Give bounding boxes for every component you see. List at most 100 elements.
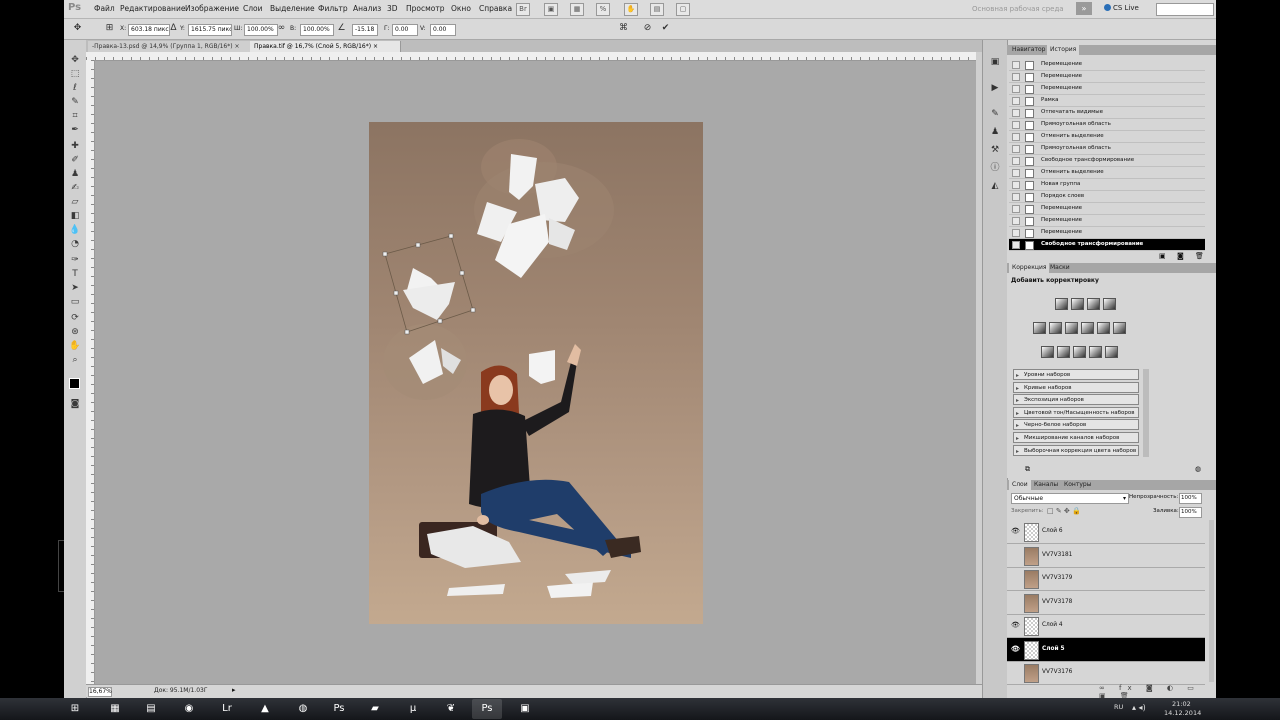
posterize-icon[interactable] <box>1057 346 1070 358</box>
tab-navigator[interactable]: Навигатор <box>1009 45 1048 55</box>
tab-pravka-tif[interactable]: Правка.tif @ 16,7% (Слой 5, RGB/16*) × <box>250 41 401 52</box>
h-skew-field[interactable]: 0.00 <box>392 24 418 36</box>
adjustment-preset[interactable]: Уровни наборов <box>1013 369 1139 380</box>
fill-field[interactable]: 100% <box>1179 507 1202 518</box>
layer-footer-icons[interactable]: ∞ fx ◙ ◐ ▭ ▣ 🗑 <box>1099 684 1216 698</box>
history-state[interactable]: Отменить выделение <box>1009 131 1205 143</box>
navigator-panel-icon[interactable]: ▣ <box>988 56 1002 68</box>
visibility-eye-icon[interactable]: 👁 <box>1011 527 1020 535</box>
layer-row[interactable]: VV7V3181 <box>1007 544 1205 568</box>
tab-adjustments[interactable]: Коррекция <box>1009 263 1050 273</box>
snapshot-source-checkbox[interactable] <box>1012 73 1020 81</box>
brush-tool-icon[interactable]: ✐ <box>68 154 82 166</box>
delta-icon[interactable]: Δ <box>168 23 179 34</box>
gradient-map-icon[interactable] <box>1089 346 1102 358</box>
document-image[interactable] <box>369 122 703 624</box>
status-menu-icon[interactable]: ▸ <box>232 686 236 694</box>
explorer-icon[interactable]: ▤ <box>136 699 166 719</box>
preset-scrollbar[interactable] <box>1143 369 1149 457</box>
eraser-tool-icon[interactable]: ▱ <box>68 196 82 208</box>
workspace-label[interactable]: Основная рабочая среда <box>972 3 1072 15</box>
tool-presets-icon[interactable]: ⚒ <box>988 144 1002 156</box>
app-icon[interactable]: ❦ <box>436 699 466 719</box>
marquee-tool-icon[interactable]: ⬚ <box>68 68 82 80</box>
language-indicator[interactable]: RU <box>1114 703 1123 711</box>
cancel-transform-icon[interactable]: ⊘ <box>642 23 653 34</box>
history-state[interactable]: Перемещение <box>1009 227 1205 239</box>
lightroom-icon[interactable]: Lr <box>212 699 242 719</box>
photoshop-taskbar-icon[interactable]: Ps <box>324 699 354 719</box>
clock-date[interactable]: 14.12.2014 <box>1164 709 1201 717</box>
arrange-documents-icon[interactable]: ▤ <box>650 3 664 16</box>
photoshop-active-taskbar-icon[interactable]: Ps <box>472 699 502 719</box>
tray-icons[interactable]: ▴ ◂) <box>1132 703 1146 712</box>
menu-edit[interactable]: Редактирование <box>120 4 185 13</box>
menu-3d[interactable]: 3D <box>387 4 398 13</box>
type-tool-icon[interactable]: T <box>68 268 82 280</box>
history-state[interactable]: Прямоугольная область <box>1009 119 1205 131</box>
history-state[interactable]: Свободное трансформирование <box>1009 155 1205 167</box>
history-state[interactable]: Новая группа <box>1009 179 1205 191</box>
visibility-eye-icon[interactable] <box>1011 574 1019 582</box>
zoom-tool-icon[interactable]: ⌕ <box>68 354 82 366</box>
close-tab-icon[interactable]: × <box>373 43 378 50</box>
start-icon[interactable]: ⊞ <box>64 699 86 719</box>
pen-tool-icon[interactable]: ✑ <box>68 254 82 266</box>
warp-icon[interactable]: ⌘ <box>618 23 629 34</box>
menu-select[interactable]: Выделение <box>270 4 315 13</box>
snapshot-source-checkbox[interactable] <box>1012 205 1020 213</box>
history-state[interactable]: Рамка <box>1009 95 1205 107</box>
visibility-eye-icon[interactable] <box>1011 551 1019 559</box>
menu-layers[interactable]: Слои <box>243 4 263 13</box>
history-state[interactable]: Перемещение <box>1009 59 1205 71</box>
hue-saturation-icon[interactable] <box>1049 322 1062 334</box>
3d-rotate-icon[interactable]: ⟳ <box>68 312 82 324</box>
curves-icon[interactable] <box>1087 298 1100 310</box>
dodge-tool-icon[interactable]: ◔ <box>68 238 82 250</box>
lasso-tool-icon[interactable]: ℓ <box>68 82 82 94</box>
layers-scrollbar[interactable] <box>1209 520 1214 682</box>
black-white-icon[interactable] <box>1081 322 1094 334</box>
tab-paths[interactable]: Контуры <box>1061 480 1094 490</box>
transform-handle[interactable] <box>459 270 465 276</box>
width-field[interactable]: 100.00% <box>244 24 278 36</box>
snapshot-source-checkbox[interactable] <box>1012 109 1020 117</box>
x-field[interactable]: 603.18 пикс <box>128 24 170 36</box>
tab-history[interactable]: История <box>1047 45 1080 55</box>
history-state[interactable]: Перемещение <box>1009 71 1205 83</box>
photo-filter-icon[interactable] <box>1097 322 1110 334</box>
menu-view[interactable]: Просмотр <box>406 4 445 13</box>
path-select-icon[interactable]: ➤ <box>68 282 82 294</box>
transform-handle[interactable] <box>415 242 421 248</box>
bridge-icon[interactable]: Br <box>516 3 530 16</box>
history-brush-icon[interactable]: ✍ <box>68 182 82 194</box>
invert-icon[interactable] <box>1041 346 1054 358</box>
tab-channels[interactable]: Каналы <box>1031 480 1061 490</box>
adjustment-preset[interactable]: Экспозиция наборов <box>1013 394 1139 406</box>
history-state[interactable]: Перемещение <box>1009 215 1205 227</box>
transform-handle[interactable] <box>404 329 410 335</box>
layer-row[interactable]: 👁 Слой 6 <box>1007 520 1205 544</box>
history-state[interactable]: Прямоугольная область <box>1009 143 1205 155</box>
visibility-eye-icon[interactable] <box>1011 598 1019 606</box>
snapshot-source-checkbox[interactable] <box>1012 61 1020 69</box>
layer-row[interactable]: VV7V3176 <box>1007 661 1205 685</box>
info-panel-icon[interactable]: ⓘ <box>988 162 1002 174</box>
hand-tool-icon[interactable]: ✋ <box>68 340 82 352</box>
visibility-eye-icon[interactable]: 👁 <box>1011 645 1020 653</box>
app-icon[interactable]: ▲ <box>250 699 280 719</box>
menu-image[interactable]: Изображение <box>185 4 239 13</box>
selective-color-icon[interactable] <box>1105 346 1118 358</box>
eyedropper-tool-icon[interactable]: ✒ <box>68 124 82 136</box>
transform-handle[interactable] <box>448 233 454 239</box>
brush-panel-icon[interactable]: ✎ <box>988 108 1002 120</box>
threshold-icon[interactable] <box>1073 346 1086 358</box>
exposure-icon[interactable] <box>1103 298 1116 310</box>
layer-row[interactable]: VV7V3179 <box>1007 567 1205 591</box>
actions-panel-icon[interactable]: ▶ <box>988 82 1002 94</box>
snapshot-source-checkbox[interactable] <box>1012 229 1020 237</box>
help-search-input[interactable] <box>1156 3 1214 16</box>
3d-orbit-icon[interactable]: ⊛ <box>68 326 82 338</box>
angle-field[interactable]: -15.18 <box>352 24 378 36</box>
snapshot-source-checkbox[interactable] <box>1012 193 1020 201</box>
